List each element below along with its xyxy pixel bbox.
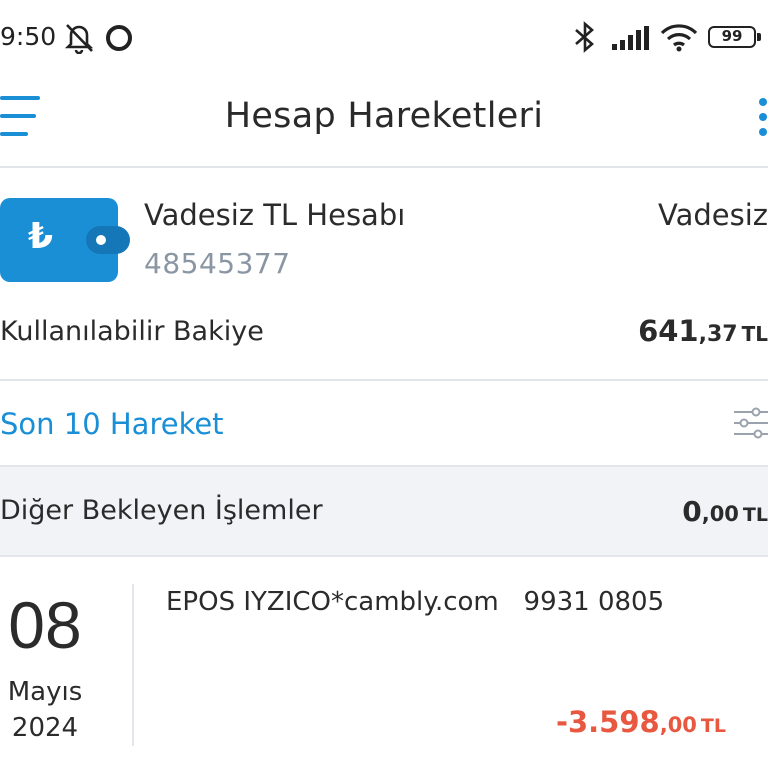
balance-label: Kullanılabilir Bakiye <box>0 316 264 347</box>
account-type: Vadesiz <box>658 198 768 232</box>
pending-amount: 0,00 TL <box>682 495 768 528</box>
battery-level: 99 <box>721 27 743 45</box>
wifi-icon <box>660 24 698 52</box>
transaction-month: Mayıs <box>7 677 83 707</box>
pending-label: Diğer Bekleyen İşlemler <box>0 495 323 526</box>
transaction-year: 2024 <box>11 713 79 743</box>
filter-icon[interactable] <box>734 407 768 439</box>
account-name[interactable]: Vadesiz TL Hesabı <box>144 198 405 232</box>
transaction-description: EPOS IYZICO*cambly.com 9931 0805 <box>166 587 665 617</box>
transaction-day: 08 <box>8 588 82 662</box>
pending-transactions-row[interactable]: Diğer Bekleyen İşlemler 0,00 TL <box>0 465 768 557</box>
circle-status-icon <box>106 25 132 51</box>
battery-icon: 99 <box>708 26 761 48</box>
transaction-amount: -3.598,00 TL <box>555 705 726 739</box>
more-vert-icon[interactable] <box>756 98 768 138</box>
account-number: 48545377 <box>144 247 291 280</box>
signal-icon <box>612 26 649 50</box>
currency-symbol: ₺ <box>28 216 54 257</box>
wallet-icon: ₺ <box>0 198 130 282</box>
page-title: Hesap Hareketleri <box>224 96 544 136</box>
section-title: Son 10 Hareket <box>0 407 224 441</box>
date-divider <box>132 584 134 746</box>
recent-transactions-section: Son 10 Hareket <box>0 381 768 465</box>
transaction-row[interactable]: 08 Mayıs 2024 EPOS IYZICO*cambly.com 993… <box>0 557 768 768</box>
bluetooth-icon <box>575 21 594 53</box>
balance-amount: 641,37 TL <box>638 314 768 348</box>
status-bar: 9:50 99 <box>0 0 768 74</box>
app-header: Hesap Hareketleri <box>0 74 768 168</box>
notifications-off-icon <box>64 24 94 54</box>
status-time: 9:50 <box>0 22 57 51</box>
